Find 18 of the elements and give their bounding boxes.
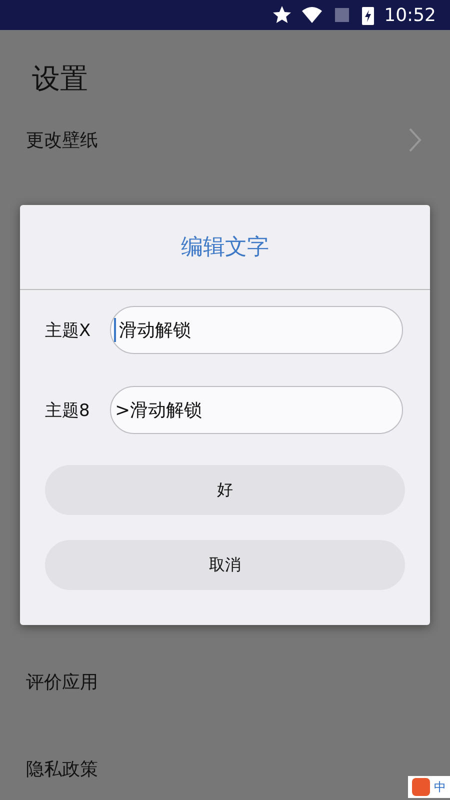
dialog-title: 编辑文字 bbox=[181, 234, 269, 262]
ime-mode-label[interactable]: 中 bbox=[434, 778, 446, 796]
ok-button[interactable]: 好 bbox=[45, 465, 405, 515]
ime-logo-icon bbox=[412, 778, 430, 796]
settings-item[interactable]: 更改壁纸 bbox=[26, 128, 98, 152]
wifi-icon bbox=[302, 5, 322, 25]
clock-time: 10:52 bbox=[384, 4, 436, 26]
chevron-right-icon bbox=[408, 127, 422, 153]
settings-item[interactable]: 隐私政策 bbox=[26, 756, 98, 780]
text-input[interactable]: 滑动解锁 bbox=[110, 306, 403, 354]
battery-icon bbox=[362, 5, 374, 25]
settings-item[interactable]: 评价应用 bbox=[26, 670, 98, 694]
text-input[interactable]: >滑动解锁 bbox=[110, 386, 403, 434]
page-title: 设置 bbox=[32, 62, 88, 95]
field-label: 主题8 bbox=[45, 400, 91, 422]
field-label: 主题X bbox=[45, 320, 92, 342]
star-icon bbox=[272, 5, 292, 25]
cancel-button[interactable]: 取消 bbox=[45, 540, 405, 590]
